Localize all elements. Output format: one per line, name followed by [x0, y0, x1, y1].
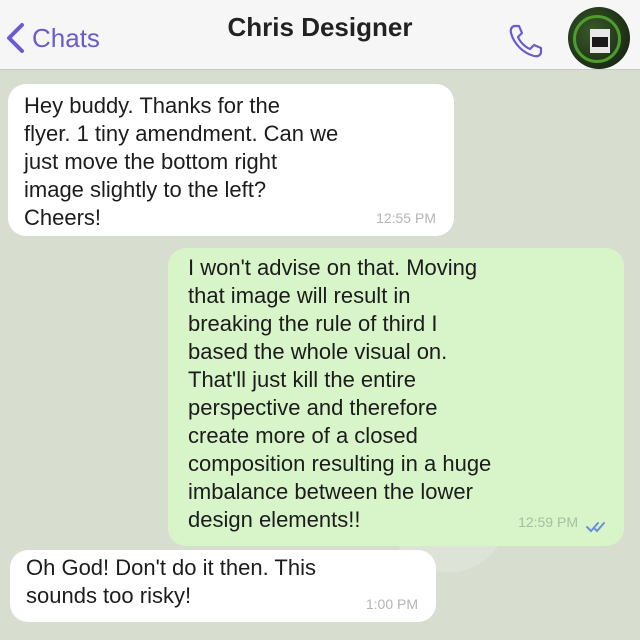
message-bubble-incoming[interactable]: Hey buddy. Thanks for the flyer. 1 tiny … — [8, 84, 454, 236]
avatar-figure-detail — [592, 37, 608, 47]
message-timestamp: 12:59 PM — [518, 514, 578, 530]
phone-icon[interactable] — [505, 20, 547, 62]
double-check-icon — [586, 522, 605, 533]
avatar[interactable] — [568, 7, 630, 69]
message-bubble-outgoing[interactable]: I won't advise on that. Moving that imag… — [168, 248, 624, 546]
chat-header: Chats Chris Designer — [0, 0, 640, 70]
message-text: I won't advise on that. Moving that imag… — [188, 255, 492, 532]
message-text: Oh God! Don't do it then. This sounds to… — [26, 555, 316, 608]
message-bubble-incoming[interactable]: Oh God! Don't do it then. This sounds to… — [10, 550, 436, 622]
message-timestamp: 12:55 PM — [376, 210, 436, 226]
message-timestamp: 1:00 PM — [365, 596, 418, 612]
